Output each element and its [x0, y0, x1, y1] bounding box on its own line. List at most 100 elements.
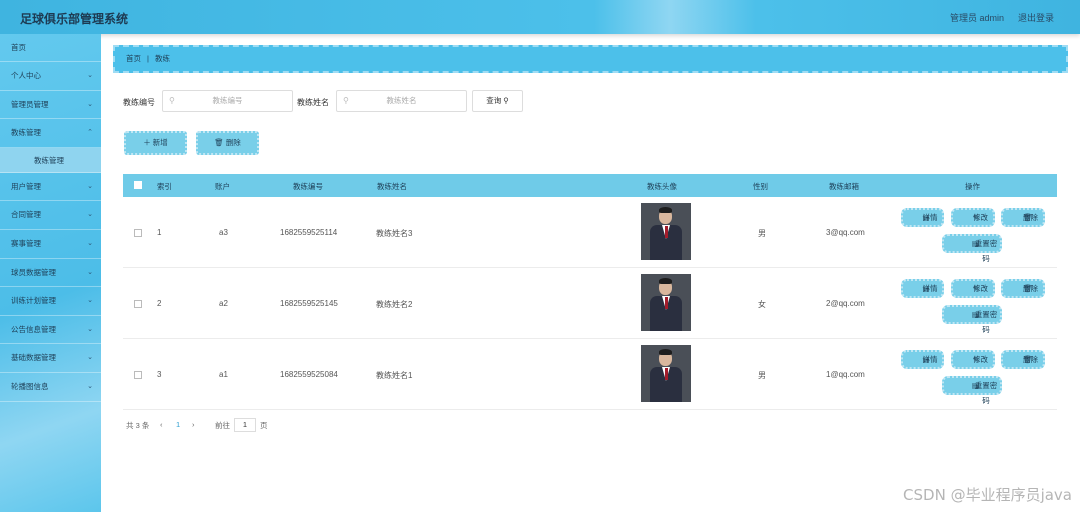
header-gender: 性别	[753, 182, 768, 191]
detail-button[interactable]: ▤ 详情	[901, 208, 944, 227]
delete-button[interactable]: 🗑 删除	[1001, 350, 1045, 369]
chevron-up-icon: ⌃	[87, 129, 93, 137]
table-header: 索引 账户 教练编号 教练姓名 教练头像 性别 教练邮箱 操作	[123, 174, 1057, 197]
breadcrumb-current: 教练	[154, 54, 170, 63]
delete-button-label: 删除	[1023, 355, 1038, 364]
chevron-down-icon: ⌄	[87, 325, 93, 333]
coach-avatar-image	[641, 274, 691, 331]
detail-button-label: 详情	[922, 355, 938, 364]
pager-goto-input[interactable]: 1	[234, 418, 256, 432]
pager-current-page[interactable]: 1	[176, 420, 180, 429]
edit-button[interactable]: ✎ 修改	[951, 208, 995, 227]
sidebar-item-label: 球员数据管理	[11, 267, 56, 277]
row-coach-no: 1682559525084	[280, 370, 338, 379]
search-icon: ⚲	[343, 96, 349, 105]
reset-password-button[interactable]: ▤ 重置密码	[942, 234, 1002, 263]
row-checkbox[interactable]	[134, 300, 142, 308]
top-header: 足球俱乐部管理系统 管理员 admin 退出登录	[0, 0, 1080, 34]
sidebar-item-admins[interactable]: 管理员管理 ⌄	[0, 91, 101, 120]
sidebar-item-profile[interactable]: 个人中心 ⌄	[0, 62, 101, 91]
delete-button[interactable]: 🗑 删除	[1001, 208, 1045, 227]
sidebar-item-notices[interactable]: 公告信息管理 ⌄	[0, 316, 101, 345]
batch-delete-button-label: 删除	[225, 138, 241, 147]
watermark: CSDN @毕业程序员java	[903, 486, 1072, 504]
detail-button-label: 详情	[922, 284, 938, 293]
query-button-label: 查询	[486, 96, 502, 105]
sidebar-item-home[interactable]: 首页	[0, 34, 101, 62]
coach-table: 索引 账户 教练编号 教练姓名 教练头像 性别 教练邮箱 操作 1 a3 168…	[123, 174, 1057, 410]
detail-button-label: 详情	[922, 213, 938, 222]
coach-name-placeholder: 教练姓名	[386, 96, 417, 105]
breadcrumb-separator: |	[147, 54, 149, 63]
chevron-down-icon: ⌄	[87, 354, 93, 362]
edit-button-label: 修改	[973, 355, 988, 364]
pager-prev-icon[interactable]: ‹	[160, 420, 163, 429]
edit-button[interactable]: ✎ 修改	[951, 279, 995, 298]
reset-password-button[interactable]: ▤ 重置密码	[942, 376, 1002, 405]
row-checkbox[interactable]	[134, 229, 142, 237]
row-coach-no: 1682559525114	[280, 228, 338, 237]
breadcrumb-home[interactable]: 首页	[126, 54, 141, 63]
row-account: a3	[219, 228, 228, 237]
sidebar-item-player-data[interactable]: 球员数据管理 ⌄	[0, 259, 101, 288]
row-email: 1@qq.com	[826, 370, 865, 379]
search-icon: ⚲	[169, 96, 175, 105]
pager-next-icon[interactable]: ›	[192, 420, 195, 429]
chevron-down-icon: ⌄	[87, 72, 93, 79]
sidebar-item-label: 管理员管理	[11, 99, 49, 109]
app-title: 足球俱乐部管理系统	[20, 12, 129, 26]
sidebar-item-matches[interactable]: 赛事管理 ⌄	[0, 230, 101, 259]
sidebar: 首页 个人中心 ⌄ 管理员管理 ⌄ 教练管理 ⌃ 教练管理 用户管理 ⌄ 合同管理 ⌄ 赛…	[0, 34, 101, 512]
logout-link[interactable]: 退出登录	[1018, 11, 1054, 24]
breadcrumb: 首页 | 教练	[113, 45, 1068, 73]
reset-password-button-label: 重置密码	[974, 381, 998, 405]
coach-no-input[interactable]: ⚲ 教练编号	[162, 90, 293, 112]
edit-button-label: 修改	[973, 284, 988, 293]
sidebar-item-label: 公告信息管理	[11, 324, 56, 334]
delete-button-label: 删除	[1023, 284, 1038, 293]
sidebar-item-carousel[interactable]: 轮播图信息 ⌄	[0, 373, 101, 402]
header-coach-no: 教练编号	[293, 182, 323, 191]
reset-password-button[interactable]: ▤ 重置密码	[942, 305, 1002, 334]
plus-icon: ＋	[143, 138, 151, 147]
sidebar-item-contracts[interactable]: 合同管理 ⌄	[0, 201, 101, 230]
batch-delete-button[interactable]: 🗑 删除	[196, 131, 259, 155]
select-all-checkbox[interactable]	[134, 181, 142, 189]
coach-name-input[interactable]: ⚲ 教练姓名	[336, 90, 467, 112]
add-button[interactable]: ＋ 新增	[124, 131, 187, 155]
delete-button[interactable]: 🗑 删除	[1001, 279, 1045, 298]
sidebar-item-label: 合同管理	[11, 210, 41, 220]
sidebar-item-training[interactable]: 训练计划管理 ⌄	[0, 287, 101, 316]
row-coach-no: 1682559525145	[280, 299, 338, 308]
sidebar-item-label: 轮播图信息	[11, 381, 49, 391]
row-coach-name: 教练姓名2	[376, 300, 413, 309]
coach-avatar-image	[641, 345, 691, 402]
header-ops: 操作	[965, 182, 980, 191]
header-account: 账户	[215, 182, 230, 191]
sidebar-item-users[interactable]: 用户管理 ⌄	[0, 173, 101, 202]
row-gender: 女	[758, 300, 766, 309]
sidebar-item-base-data[interactable]: 基础数据管理 ⌄	[0, 344, 101, 373]
reset-password-button-label: 重置密码	[974, 310, 998, 334]
query-button[interactable]: 查询 ⚲	[472, 90, 523, 112]
chevron-down-icon: ⌄	[87, 182, 93, 190]
sidebar-item-coaches[interactable]: 教练管理 ⌃	[0, 119, 101, 148]
row-email: 2@qq.com	[826, 299, 865, 308]
detail-button[interactable]: ▤ 详情	[901, 350, 944, 369]
coach-avatar-image	[641, 203, 691, 260]
table-row: 2 a2 1682559525145 教练姓名2 女 2@qq.com ▤ 详情…	[123, 268, 1057, 339]
coach-name-label: 教练姓名	[297, 98, 329, 107]
search-icon: ⚲	[503, 96, 509, 105]
header-index: 索引	[157, 182, 172, 191]
chevron-down-icon: ⌄	[87, 239, 93, 247]
row-gender: 男	[758, 371, 766, 380]
sidebar-subitem-coach-manage[interactable]: 教练管理	[0, 147, 101, 173]
table-row: 3 a1 1682559525084 教练姓名1 男 1@qq.com ▤ 详情…	[123, 339, 1057, 410]
row-checkbox[interactable]	[134, 371, 142, 379]
detail-button[interactable]: ▤ 详情	[901, 279, 944, 298]
coach-no-label: 教练编号	[123, 98, 155, 107]
sidebar-item-label: 用户管理	[11, 181, 41, 191]
sidebar-item-label: 训练计划管理	[11, 296, 56, 306]
sidebar-item-label: 教练管理	[11, 128, 41, 138]
edit-button[interactable]: ✎ 修改	[951, 350, 995, 369]
